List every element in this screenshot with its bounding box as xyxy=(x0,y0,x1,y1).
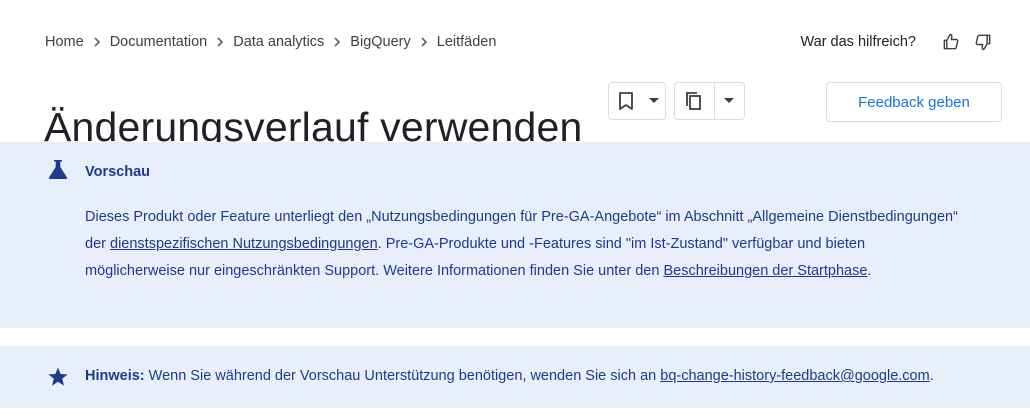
launch-stages-link[interactable]: Beschreibungen der Startphase xyxy=(663,263,867,279)
preview-text-3: . xyxy=(867,263,872,279)
helpful-feedback: War das hilfreich? xyxy=(800,31,994,53)
note-callout: Hinweis: Wenn Sie während der Vorschau U… xyxy=(0,346,1030,408)
breadcrumb-bigquery[interactable]: BigQuery xyxy=(350,34,410,50)
preview-heading: Vorschau xyxy=(85,164,151,180)
preview-body: Dieses Produkt oder Feature unterliegt d… xyxy=(85,204,965,285)
bookmark-dropdown-button[interactable] xyxy=(643,83,665,119)
note-body: Wenn Sie während der Vorschau Unterstütz… xyxy=(144,368,661,384)
breadcrumb: Home Documentation Data analytics BigQue… xyxy=(45,34,496,50)
note-end: . xyxy=(929,368,934,384)
flask-icon xyxy=(47,158,69,180)
note-label: Hinweis: xyxy=(85,368,145,384)
arrow-drop-down-icon xyxy=(649,98,659,104)
bookmark-button[interactable] xyxy=(609,83,643,119)
feedback-button[interactable]: Feedback geben xyxy=(826,82,1002,122)
breadcrumb-data-analytics[interactable]: Data analytics xyxy=(233,34,324,50)
chevron-right-icon xyxy=(324,36,350,48)
chevron-right-icon xyxy=(411,36,437,48)
copy-icon xyxy=(685,91,703,111)
copy-button-group xyxy=(674,82,745,120)
chevron-right-icon xyxy=(84,36,110,48)
breadcrumb-documentation[interactable]: Documentation xyxy=(110,34,208,50)
breadcrumb-leitfaeden[interactable]: Leitfäden xyxy=(437,34,497,50)
bookmark-button-group xyxy=(608,82,666,120)
preview-callout: Vorschau Dieses Produkt oder Feature unt… xyxy=(0,142,1030,328)
breadcrumb-home[interactable]: Home xyxy=(45,34,84,50)
copy-button[interactable] xyxy=(675,83,715,119)
star-icon xyxy=(47,366,69,388)
helpful-question: War das hilfreich? xyxy=(800,34,916,50)
thumb-up-icon[interactable] xyxy=(940,31,962,53)
top-header: Home Documentation Data analytics BigQue… xyxy=(0,0,1030,150)
chevron-right-icon xyxy=(207,36,233,48)
copy-dropdown-button[interactable] xyxy=(715,83,744,119)
service-terms-link[interactable]: dienstspezifischen Nutzungsbedingungen xyxy=(110,236,378,252)
thumb-down-icon[interactable] xyxy=(972,31,994,53)
note-text: Hinweis: Wenn Sie während der Vorschau U… xyxy=(85,368,934,384)
bookmark-icon xyxy=(617,91,635,111)
feedback-email-link[interactable]: bq-change-history-feedback@google.com xyxy=(660,368,929,384)
arrow-drop-down-icon xyxy=(724,98,735,104)
